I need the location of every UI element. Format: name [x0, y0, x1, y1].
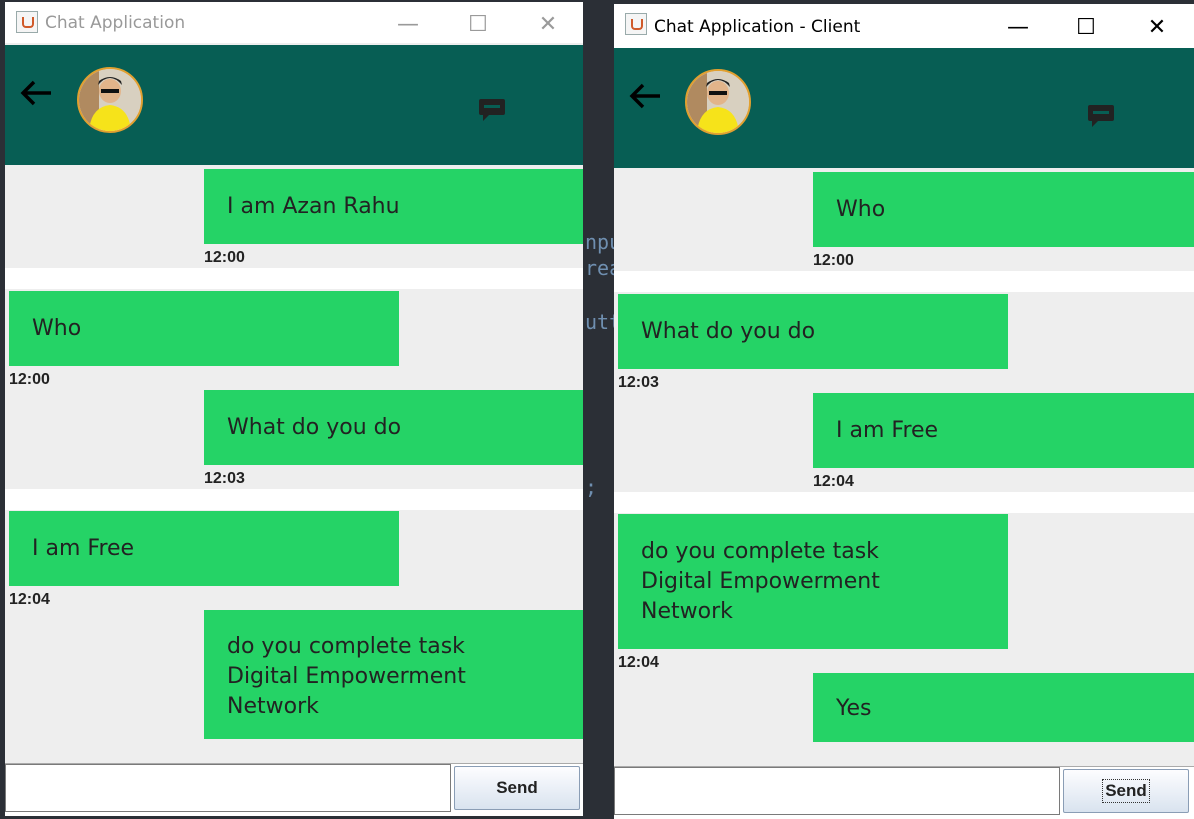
message-divider — [5, 268, 583, 289]
chat-window-client: Chat Application - Client — ☐ ✕ Who 12:0… — [614, 4, 1194, 819]
chat-header — [5, 45, 583, 165]
message-time: 12:04 — [618, 654, 659, 671]
message-bubble-incoming: I am Free — [9, 511, 399, 586]
message-time: 12:03 — [618, 374, 659, 391]
message-bubble-outgoing: Yes — [813, 673, 1194, 742]
message-input-bar: Send — [614, 766, 1194, 819]
send-button[interactable]: Send — [454, 766, 580, 810]
message-bubble-incoming: do you complete task Digital Empowerment… — [618, 514, 1008, 649]
message-divider — [614, 492, 1194, 513]
message-input-bar: Send — [5, 763, 583, 816]
chat-window-server: Chat Application — ☐ ✕ I am Azan Rahu 12… — [5, 2, 583, 816]
send-button-label: Send — [1102, 779, 1150, 803]
message-bubble-incoming: What do you do — [618, 294, 1008, 369]
avatar[interactable] — [685, 69, 751, 135]
message-bubble-outgoing: Who — [813, 172, 1194, 247]
maximize-button[interactable]: ☐ — [1066, 12, 1106, 42]
chat-header — [614, 48, 1194, 168]
message-bubble-outgoing: I am Free — [813, 393, 1194, 468]
message-time: 12:03 — [204, 470, 245, 487]
message-bubble-outgoing: I am Azan Rahu — [204, 169, 583, 244]
message-time: 12:00 — [204, 249, 245, 266]
message-bubble-outgoing: What do you do — [204, 390, 583, 465]
close-button[interactable]: ✕ — [528, 9, 568, 39]
message-time: 12:04 — [813, 473, 854, 490]
chat-bubble-icon[interactable] — [1084, 99, 1118, 140]
message-input[interactable] — [614, 767, 1060, 815]
message-bubble-incoming: Who — [9, 291, 399, 366]
message-divider — [614, 271, 1194, 292]
message-time: 12:00 — [813, 252, 854, 269]
message-input[interactable] — [5, 764, 451, 812]
message-time: 12:04 — [9, 591, 50, 608]
message-divider — [5, 489, 583, 510]
maximize-button[interactable]: ☐ — [458, 9, 498, 39]
close-button[interactable]: ✕ — [1137, 12, 1177, 42]
message-bubble-outgoing: do you complete task Digital Empowerment… — [204, 610, 583, 739]
minimize-button[interactable]: — — [998, 12, 1038, 42]
window-title: Chat Application - Client — [654, 17, 861, 37]
java-app-icon — [625, 13, 647, 35]
back-arrow-icon[interactable] — [19, 75, 55, 118]
send-button-label: Send — [496, 778, 538, 797]
title-bar[interactable]: Chat Application — ☐ ✕ — [5, 2, 583, 43]
title-bar[interactable]: Chat Application - Client — ☐ ✕ — [614, 4, 1194, 48]
window-title: Chat Application — [45, 13, 186, 33]
back-arrow-icon[interactable] — [628, 78, 664, 121]
minimize-button[interactable]: — — [388, 9, 428, 39]
background-code-text: ; — [585, 475, 598, 499]
avatar[interactable] — [77, 67, 143, 133]
chat-bubble-icon[interactable] — [475, 93, 509, 134]
send-button[interactable]: Send — [1063, 769, 1189, 813]
message-time: 12:00 — [9, 371, 50, 388]
java-app-icon — [16, 11, 38, 33]
